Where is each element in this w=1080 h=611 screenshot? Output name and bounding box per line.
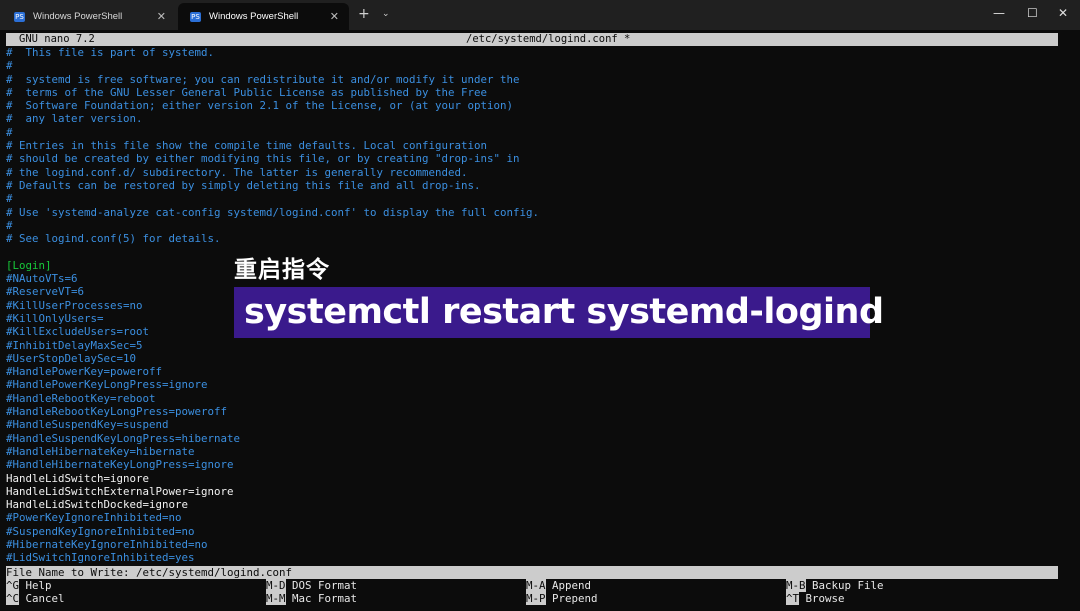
overlay-command-box: systemctl restart systemd-logind — [234, 287, 884, 338]
shortcut-label: Cancel — [19, 592, 65, 605]
comment-line: #HandleSuspendKey=suspend — [6, 418, 169, 432]
overlay-command: systemctl restart systemd-logind — [244, 292, 884, 332]
shortcut-label: Prepend — [545, 592, 598, 605]
comment-line: # This file is part of systemd. — [6, 46, 215, 59]
comment-line: # systemd is free software; you can redi… — [6, 72, 520, 86]
filename-prompt[interactable]: File Name to Write: /etc/systemd/logind.… — [6, 566, 1058, 579]
nano-header-bar: GNU nano 7.2 /etc/systemd/logind.conf * — [6, 33, 1058, 46]
comment-line: # Entries in this file show the compile … — [6, 139, 488, 153]
shortcut-help[interactable]: ^G Help — [6, 579, 52, 592]
shortcut-key: M-M — [266, 592, 286, 605]
comment-line: #UserStopDelaySec=10 — [6, 351, 137, 365]
setting-line: HandleLidSwitch=ignore — [6, 471, 150, 485]
chevron-down-icon[interactable]: ⌄ — [382, 9, 390, 19]
setting-line: HandleLidSwitchExternalPower=ignore — [6, 484, 234, 498]
comment-line: #HandleSuspendKeyLongPress=hibernate — [6, 431, 241, 445]
shortcut-label: Append — [545, 579, 592, 592]
comment-line: #HandleRebootKeyLongPress=poweroff — [6, 405, 228, 419]
comment-line: #PowerKeyIgnoreInhibited=no — [6, 511, 182, 525]
shortcut-key: ^G — [6, 579, 20, 592]
tab-windows-powershell-2[interactable]: PS Windows PowerShell ✕ — [178, 3, 349, 30]
shortcut-key: ^T — [786, 592, 800, 605]
comment-line: #HandleHibernateKey=hibernate — [6, 444, 195, 458]
shortcut-backup-file[interactable]: M-B Backup File — [786, 579, 884, 592]
comment-line: # — [6, 218, 13, 232]
shortcut-label: Mac Format — [285, 592, 358, 605]
section-header: [Login] — [6, 258, 52, 272]
comment-line: #InhibitDelayMaxSec=5 — [6, 338, 143, 352]
minimize-icon[interactable]: — — [993, 6, 1005, 20]
shortcut-cancel[interactable]: ^C Cancel — [6, 592, 65, 605]
comment-line: # any later version. — [6, 112, 143, 126]
comment-line: #HandlePowerKey=poweroff — [6, 365, 163, 379]
shortcut-key: M-D — [266, 579, 286, 592]
close-icon[interactable]: ✕ — [157, 10, 166, 23]
comment-line: # Defaults can be restored by simply del… — [6, 178, 481, 192]
comment-line: # Use 'systemd-analyze cat-config system… — [6, 205, 540, 219]
nano-version: GNU nano 7.2 — [19, 33, 95, 45]
comment-line: # terms of the GNU Lesser General Public… — [6, 85, 488, 99]
shortcut-key: ^C — [6, 592, 20, 605]
tab-windows-powershell-1[interactable]: PS Windows PowerShell ✕ — [2, 3, 176, 30]
comment-line: # — [6, 125, 13, 139]
comment-line: # — [6, 192, 13, 206]
comment-line: # — [6, 59, 13, 73]
shortcut-key: M-A — [526, 579, 546, 592]
shortcut-key: M-P — [526, 592, 546, 605]
overlay-caption: 重启指令 — [234, 257, 330, 283]
tab-label: Windows PowerShell — [209, 11, 299, 22]
comment-line: #LidSwitchIgnoreInhibited=yes — [6, 551, 195, 565]
shortcut-label: Help — [19, 579, 52, 592]
setting-line: HandleLidSwitchDocked=ignore — [6, 498, 189, 512]
new-tab-plus-icon[interactable]: + — [358, 6, 370, 22]
shortcut-mac-format[interactable]: M-M Mac Format — [266, 592, 357, 605]
powershell-icon: PS — [14, 11, 25, 22]
nano-filename: /etc/systemd/logind.conf * — [466, 33, 631, 45]
shortcut-append[interactable]: M-A Append — [526, 579, 591, 592]
shortcut-label: DOS Format — [285, 579, 358, 592]
shortcut-label: Backup File — [805, 579, 884, 592]
comment-line: #HibernateKeyIgnoreInhibited=no — [6, 537, 208, 551]
powershell-icon: PS — [190, 11, 201, 22]
shortcut-key: M-B — [786, 579, 806, 592]
comment-line: # See logind.conf(5) for details. — [6, 232, 221, 246]
window-close-icon[interactable]: ✕ — [1058, 6, 1068, 20]
shortcut-label: Browse — [799, 592, 845, 605]
comment-line: #NAutoVTs=6 — [6, 272, 78, 286]
maximize-icon[interactable]: ☐ — [1027, 6, 1038, 20]
title-bar: PS Windows PowerShell ✕ PS Windows Power… — [0, 0, 1080, 30]
comment-line: # Software Foundation; either version 2.… — [6, 99, 514, 113]
comment-line: #HandlePowerKeyLongPress=ignore — [6, 378, 208, 392]
shortcut-dos-format[interactable]: M-D DOS Format — [266, 579, 357, 592]
comment-line: # the logind.conf.d/ subdirectory. The l… — [6, 165, 468, 179]
comment-line: #HandleHibernateKeyLongPress=ignore — [6, 458, 234, 472]
comment-line: #HandleRebootKey=reboot — [6, 391, 156, 405]
close-icon[interactable]: ✕ — [330, 10, 339, 23]
comment-line: #SuspendKeyIgnoreInhibited=no — [6, 524, 195, 538]
comment-line: # should be created by either modifying … — [6, 152, 520, 166]
tab-label: Windows PowerShell — [33, 11, 123, 22]
shortcut-prepend[interactable]: M-P Prepend — [526, 592, 598, 605]
shortcut-browse[interactable]: ^T Browse — [786, 592, 845, 605]
